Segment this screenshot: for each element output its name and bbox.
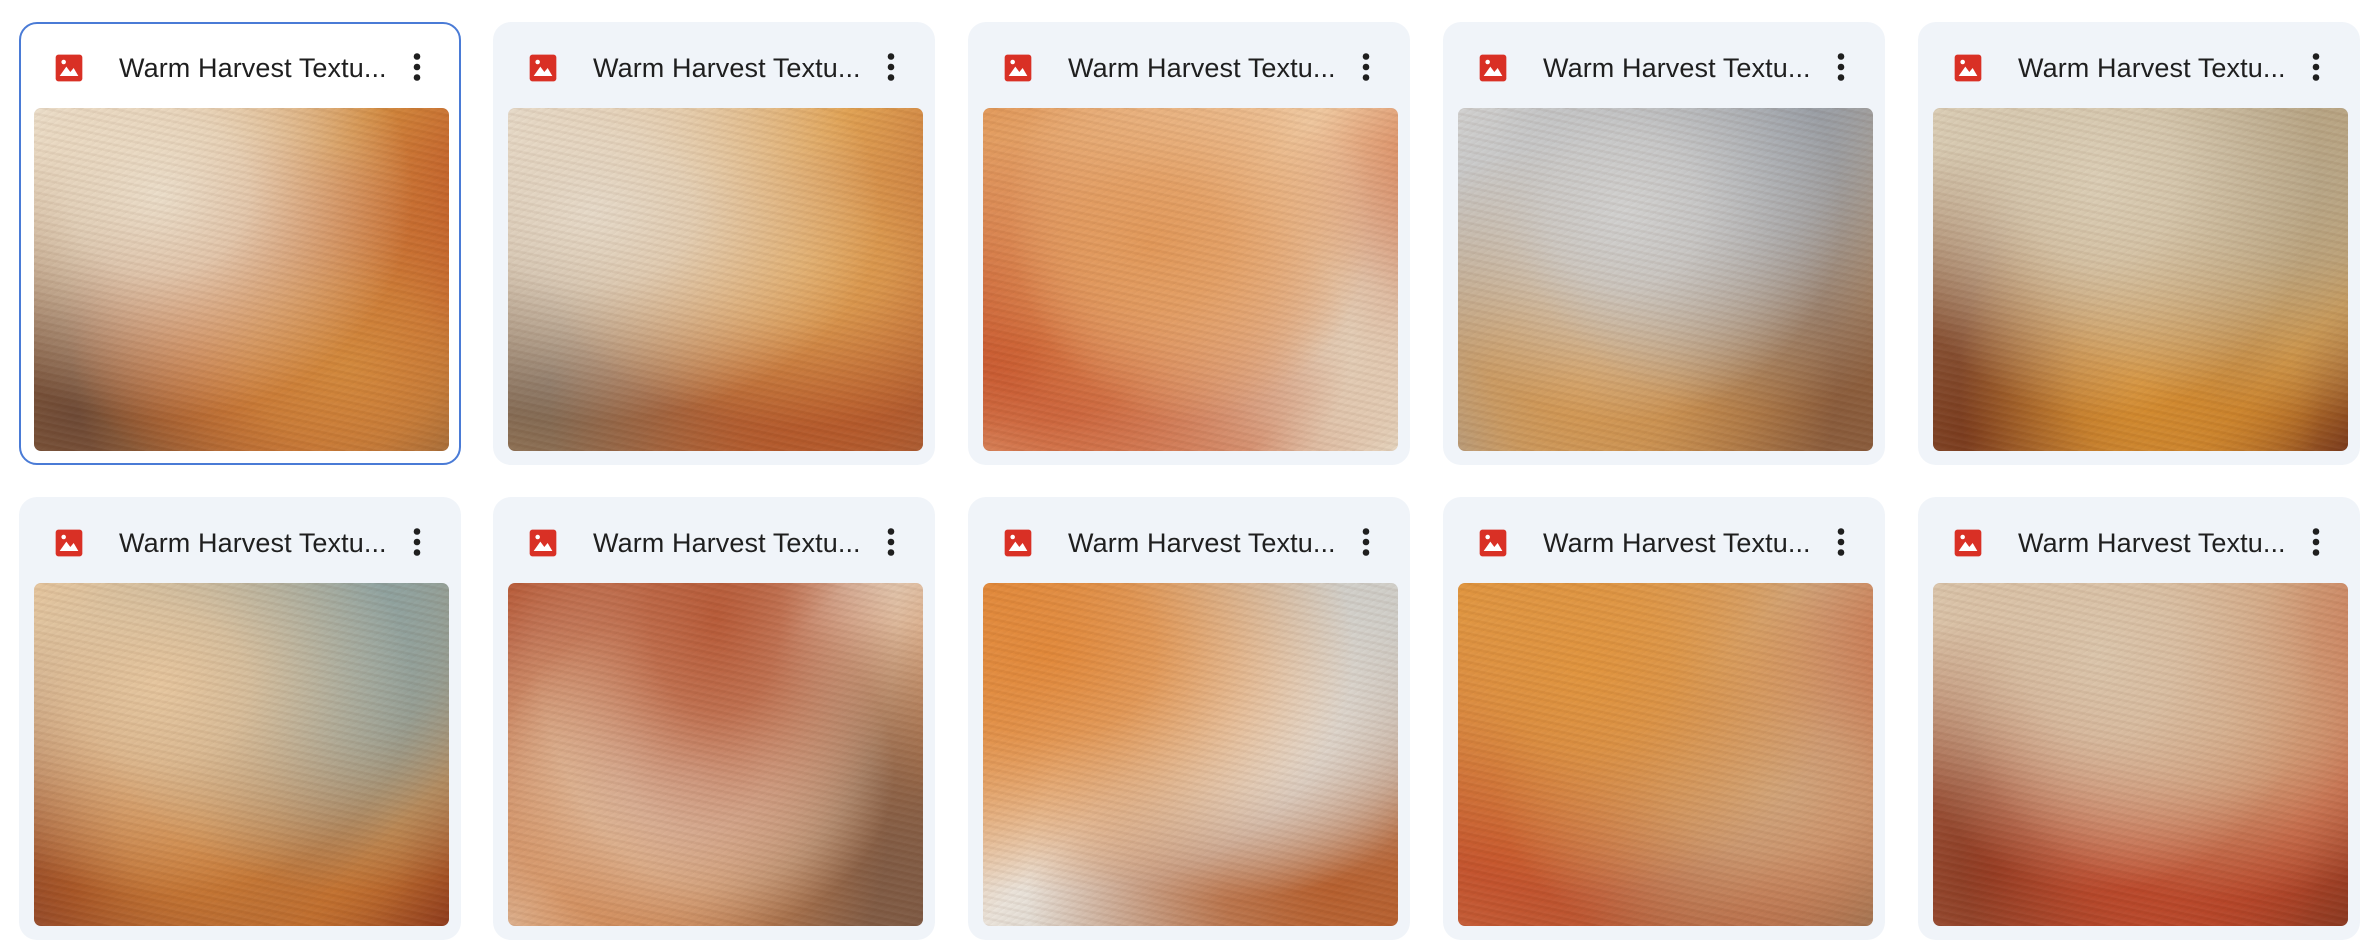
texture-grain bbox=[1933, 108, 2348, 451]
file-card[interactable]: Warm Harvest Textu... bbox=[493, 22, 935, 465]
file-name: Warm Harvest Textu... bbox=[1543, 53, 1811, 83]
more-options-button[interactable] bbox=[1819, 45, 1863, 89]
texture-grain bbox=[508, 583, 923, 926]
more-options-button[interactable] bbox=[869, 520, 913, 564]
file-thumbnail bbox=[1933, 583, 2348, 926]
file-name: Warm Harvest Textu... bbox=[2018, 53, 2286, 83]
file-card[interactable]: Warm Harvest Textu... bbox=[19, 497, 461, 940]
file-card[interactable]: Warm Harvest Textu... bbox=[1443, 497, 1885, 940]
more-vert-icon bbox=[2312, 53, 2320, 81]
texture-grain bbox=[508, 108, 923, 451]
image-icon bbox=[1952, 527, 1984, 559]
file-card[interactable]: Warm Harvest Textu... bbox=[19, 22, 461, 465]
image-icon bbox=[1002, 527, 1034, 559]
more-options-button[interactable] bbox=[869, 45, 913, 89]
file-card-header: Warm Harvest Textu... bbox=[968, 22, 1410, 108]
texture-grain bbox=[1458, 108, 1873, 451]
more-vert-icon bbox=[887, 53, 895, 81]
texture-grain bbox=[1458, 583, 1873, 926]
image-icon bbox=[527, 52, 559, 84]
file-card-header: Warm Harvest Textu... bbox=[1918, 497, 2360, 583]
more-options-button[interactable] bbox=[1344, 520, 1388, 564]
more-vert-icon bbox=[413, 53, 421, 81]
file-card[interactable]: Warm Harvest Textu... bbox=[968, 22, 1410, 465]
texture-grain bbox=[34, 583, 449, 926]
texture-grain bbox=[1933, 583, 2348, 926]
file-card-header: Warm Harvest Textu... bbox=[493, 497, 935, 583]
file-card[interactable]: Warm Harvest Textu... bbox=[1918, 497, 2360, 940]
file-card[interactable]: Warm Harvest Textu... bbox=[1443, 22, 1885, 465]
file-thumbnail bbox=[508, 583, 923, 926]
file-thumbnail bbox=[34, 108, 449, 451]
more-vert-icon bbox=[1362, 53, 1370, 81]
texture-grain bbox=[983, 108, 1398, 451]
file-card-header: Warm Harvest Textu... bbox=[1443, 497, 1885, 583]
file-card-header: Warm Harvest Textu... bbox=[1443, 22, 1885, 108]
file-card-header: Warm Harvest Textu... bbox=[21, 24, 459, 110]
file-thumbnail bbox=[1458, 108, 1873, 451]
more-vert-icon bbox=[2312, 528, 2320, 556]
file-card[interactable]: Warm Harvest Textu... bbox=[968, 497, 1410, 940]
file-grid: Warm Harvest Textu... Warm Harvest Textu… bbox=[0, 0, 2366, 950]
file-card[interactable]: Warm Harvest Textu... bbox=[1918, 22, 2360, 465]
image-icon bbox=[1002, 52, 1034, 84]
file-name: Warm Harvest Textu... bbox=[1068, 53, 1336, 83]
image-icon bbox=[1477, 527, 1509, 559]
file-thumbnail bbox=[34, 583, 449, 926]
more-options-button[interactable] bbox=[1819, 520, 1863, 564]
file-name: Warm Harvest Textu... bbox=[593, 53, 861, 83]
more-vert-icon bbox=[1362, 528, 1370, 556]
file-card-header: Warm Harvest Textu... bbox=[1918, 22, 2360, 108]
file-thumbnail bbox=[508, 108, 923, 451]
file-name: Warm Harvest Textu... bbox=[119, 53, 387, 83]
file-name: Warm Harvest Textu... bbox=[593, 528, 861, 558]
more-options-button[interactable] bbox=[1344, 45, 1388, 89]
texture-grain bbox=[34, 108, 449, 451]
file-thumbnail bbox=[1933, 108, 2348, 451]
file-name: Warm Harvest Textu... bbox=[2018, 528, 2286, 558]
more-vert-icon bbox=[413, 528, 421, 556]
image-icon bbox=[527, 527, 559, 559]
more-vert-icon bbox=[887, 528, 895, 556]
more-options-button[interactable] bbox=[2294, 45, 2338, 89]
file-thumbnail bbox=[983, 108, 1398, 451]
image-icon bbox=[1952, 52, 1984, 84]
file-thumbnail bbox=[1458, 583, 1873, 926]
file-card-header: Warm Harvest Textu... bbox=[19, 497, 461, 583]
image-icon bbox=[53, 52, 85, 84]
more-options-button[interactable] bbox=[395, 520, 439, 564]
file-card[interactable]: Warm Harvest Textu... bbox=[493, 497, 935, 940]
more-vert-icon bbox=[1837, 53, 1845, 81]
file-name: Warm Harvest Textu... bbox=[1543, 528, 1811, 558]
texture-grain bbox=[983, 583, 1398, 926]
more-options-button[interactable] bbox=[395, 45, 439, 89]
file-name: Warm Harvest Textu... bbox=[119, 528, 387, 558]
image-icon bbox=[53, 527, 85, 559]
file-name: Warm Harvest Textu... bbox=[1068, 528, 1336, 558]
image-icon bbox=[1477, 52, 1509, 84]
more-vert-icon bbox=[1837, 528, 1845, 556]
more-options-button[interactable] bbox=[2294, 520, 2338, 564]
file-thumbnail bbox=[983, 583, 1398, 926]
file-card-header: Warm Harvest Textu... bbox=[968, 497, 1410, 583]
file-card-header: Warm Harvest Textu... bbox=[493, 22, 935, 108]
